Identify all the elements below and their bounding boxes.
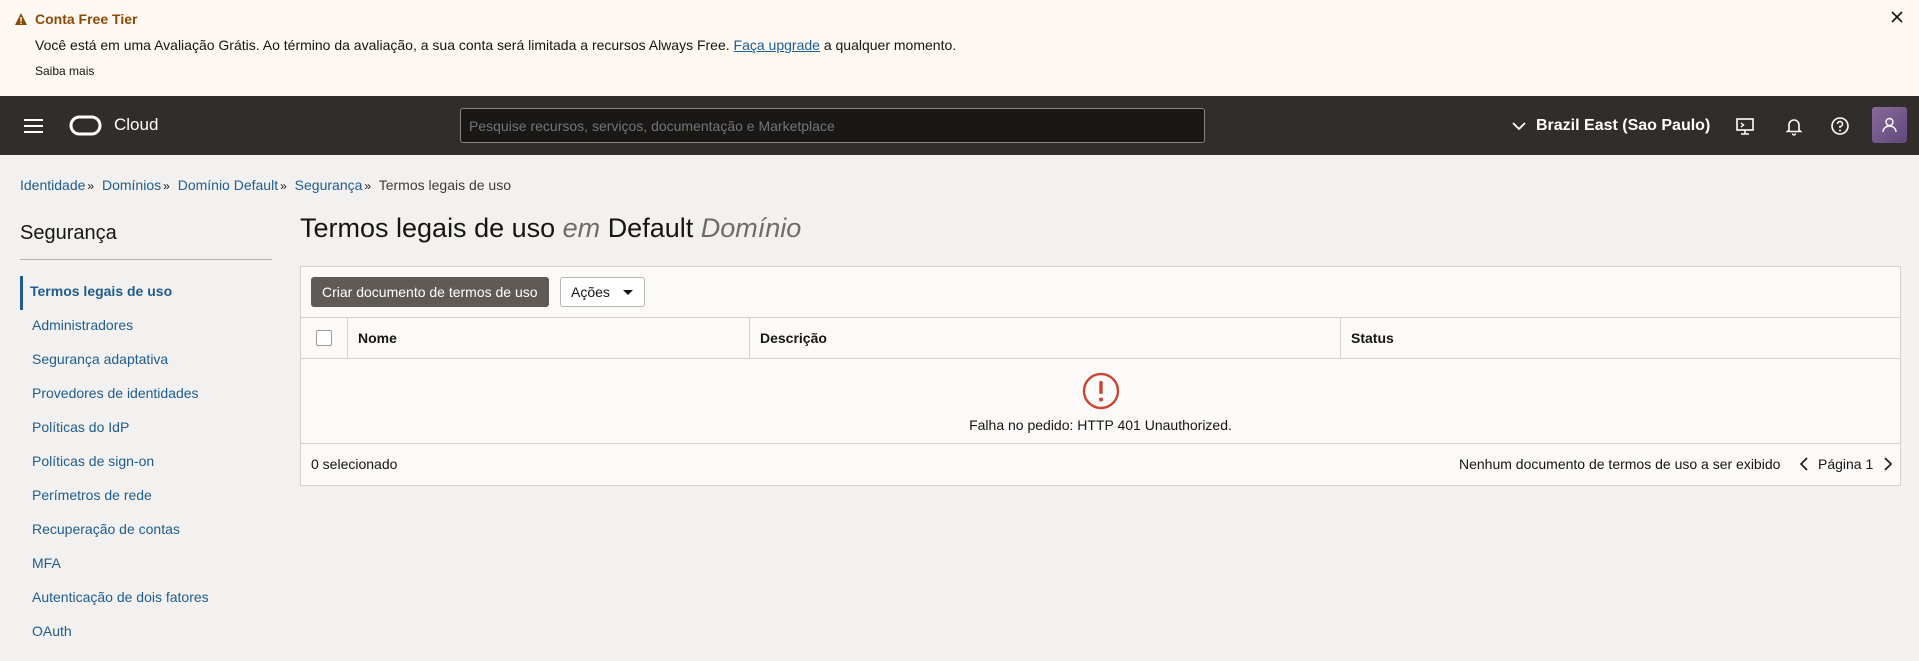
breadcrumb-current: Termos legais de uso [378,177,512,193]
selected-count: 0 selecionado [311,456,398,472]
top-header: Cloud Brazil East (Sao Paulo) [0,96,1919,155]
breadcrumb-separator: » [87,179,95,193]
sidebar-item-provedores-identidades[interactable]: Provedores de identidades [20,378,272,412]
table-empty-state: Falha no pedido: HTTP 401 Unauthorized. [301,359,1900,444]
sidebar-divider [20,259,272,260]
table-header: Nome Descrição Status [301,317,1900,359]
breadcrumb-identidade[interactable]: Identidade [20,177,85,193]
breadcrumb: Identidade» Domínios» Domínio Default» S… [20,177,511,193]
create-terms-button[interactable]: Criar documento de termos de uso [311,277,549,307]
breadcrumb-separator: » [280,179,287,193]
terms-table-panel: Criar documento de termos de uso Ações N… [300,266,1901,486]
close-icon[interactable] [1889,9,1905,25]
sidebar-item-recuperacao-contas[interactable]: Recuperação de contas [20,514,272,548]
table-footer: 0 selecionado Nenhum documento de termos… [301,444,1900,484]
breadcrumb-separator: » [364,179,372,193]
region-label: Brazil East (Sao Paulo) [1536,117,1711,134]
breadcrumb-separator: » [163,179,170,193]
page-indicator: Página 1 [1818,456,1874,472]
sidebar-item-politicas-idp[interactable]: Políticas do IdP [20,412,272,446]
search-input[interactable] [460,108,1205,143]
select-all-checkbox[interactable] [316,330,332,346]
banner-title: Conta Free Tier [35,11,138,27]
chevron-down-icon [1512,122,1526,131]
app-name[interactable]: Cloud [114,115,158,135]
page-title-em: em [562,213,601,243]
user-icon [1882,117,1897,133]
column-header-status[interactable]: Status [1340,318,1900,358]
column-header-nome[interactable]: Nome [347,318,749,358]
sidebar-title: Segurança [20,222,117,244]
banner-text: Você está em uma Avaliação Grátis. Ao té… [35,37,956,53]
actions-label: Ações [571,284,610,300]
oracle-logo-icon[interactable] [69,115,102,136]
help-icon[interactable] [1829,115,1851,137]
menu-icon[interactable] [24,118,44,134]
breadcrumb-seguranca[interactable]: Segurança [295,177,363,193]
avatar[interactable] [1872,107,1907,143]
banner-text-before: Você está em uma Avaliação Grátis. Ao té… [35,37,730,53]
sidebar-item-autenticacao-dois-fatores[interactable]: Autenticação de dois fatores [20,582,272,616]
page-title-main: Termos legais de uso [300,213,556,243]
sidebar-item-mfa[interactable]: MFA [20,548,272,582]
cloud-shell-icon[interactable] [1734,115,1756,137]
bell-icon[interactable] [1783,115,1805,137]
learn-more-link[interactable]: Saiba mais [35,64,94,78]
sidebar-item-perimetros-rede[interactable]: Perímetros de rede [20,480,272,514]
breadcrumb-dominio-default[interactable]: Domínio Default [178,177,278,193]
column-header-descricao[interactable]: Descrição [749,318,1340,358]
sidebar-item-politicas-sign-on[interactable]: Políticas de sign-on [20,446,272,480]
warning-icon [15,13,27,25]
region-selector[interactable]: Brazil East (Sao Paulo) [1512,114,1710,138]
page-title-domain: Default [607,213,694,243]
error-icon [1082,372,1120,410]
empty-results-message: Nenhum documento de termos de uso a ser … [1459,456,1781,472]
error-message: Falha no pedido: HTTP 401 Unauthorized. [969,417,1232,433]
banner-text-after: a qualquer momento. [823,37,957,53]
page-title-domain-label: Domínio [700,213,802,243]
actions-dropdown[interactable]: Ações [560,277,645,307]
sidebar-item-oauth[interactable]: OAuth [20,616,272,650]
terms-table: Nome Descrição Status Falha no pedido: H… [301,317,1900,484]
sidebar-item-administradores[interactable]: Administradores [20,310,272,344]
page-title: Termos legais de uso em Default Domínio [300,213,801,244]
caret-down-icon [623,290,633,295]
chevron-right-icon[interactable] [1883,456,1893,472]
sidebar-item-termos-legais[interactable]: Termos legais de uso [20,276,272,310]
free-tier-banner: Conta Free Tier Você está em uma Avaliaç… [0,0,1919,96]
sidebar-item-seguranca-adaptativa[interactable]: Segurança adaptativa [20,344,272,378]
breadcrumb-dominios[interactable]: Domínios [102,177,161,193]
upgrade-link[interactable]: Faça upgrade [734,37,820,53]
sidebar-nav: Termos legais de uso Administradores Seg… [20,276,272,650]
chevron-left-icon[interactable] [1799,456,1809,472]
